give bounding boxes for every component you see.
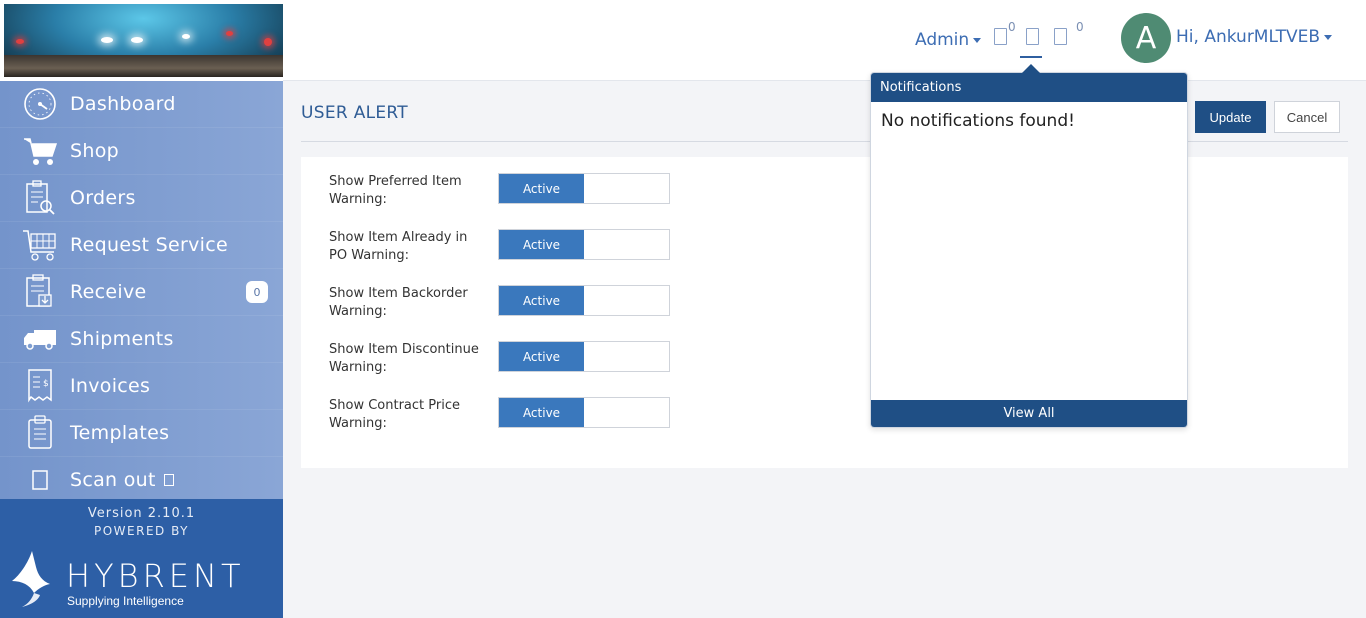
notification-active-indicator [1020, 56, 1042, 58]
toggle-active-state: Active [499, 398, 584, 427]
sidebar-item-label: Dashboard [70, 93, 176, 115]
top-header: Admin 0 0 A Hi, AnkurMLTVEB [283, 0, 1366, 81]
version-text: Version 2.10.1 [87, 506, 196, 521]
brand-name: HYBRENT [66, 557, 245, 595]
sidebar-item-shop[interactable]: Shop [0, 128, 283, 175]
setting-label: Show Item Discontinue Warning: [329, 342, 479, 375]
setting-label: Show Preferred Item Warning: [329, 174, 462, 207]
sidebar-item-label: Request Service [70, 234, 228, 256]
chevron-down-icon [973, 37, 982, 43]
setting-row: Show Contract Price Warning: Active [329, 397, 729, 437]
sidebar-item-label: Invoices [70, 375, 151, 397]
setting-row: Show Item Discontinue Warning: Active [329, 341, 729, 381]
setting-label: Show Item Already in PO Warning: [329, 230, 468, 263]
cart-icon [22, 133, 58, 169]
invoice-icon: $ [22, 368, 58, 404]
chevron-down-icon [1324, 34, 1333, 40]
sidebar-footer: Version 2.10.1 POWERED BY HYBRENT Supply… [0, 499, 283, 618]
sidebar-item-dashboard[interactable]: Dashboard [0, 81, 283, 128]
speedometer-icon [22, 86, 58, 122]
sidebar-item-label: Shipments [70, 328, 174, 350]
setting-label: Show Contract Price Warning: [329, 398, 460, 431]
toggle-active-state: Active [499, 286, 584, 315]
receive-count-badge: 0 [246, 281, 268, 303]
external-icon [163, 474, 174, 486]
page-title: USER ALERT [301, 103, 408, 123]
brand-tagline: Supplying Intelligence [67, 594, 184, 608]
orders-icon [22, 180, 58, 216]
avatar[interactable]: A [1121, 13, 1171, 63]
contract-price-toggle[interactable]: Active [498, 397, 670, 428]
hybrent-logo: HYBRENT Supplying Intelligence [10, 549, 270, 611]
toggle-active-state: Active [499, 342, 584, 371]
setting-label: Show Item Backorder Warning: [329, 286, 468, 319]
sidebar-item-invoices[interactable]: $ Invoices [0, 363, 283, 410]
header-image [4, 4, 283, 77]
sidebar-item-label: Receive [70, 281, 147, 303]
admin-menu[interactable]: Admin [915, 30, 982, 50]
settings-panel: Show Preferred Item Warning: Active Show … [301, 157, 1348, 468]
powered-by-text: POWERED BY [93, 524, 189, 538]
svg-text:$: $ [43, 379, 49, 389]
user-menu[interactable]: Hi, AnkurMLTVEB [1176, 27, 1333, 47]
scan-icon [22, 462, 58, 498]
sidebar-item-label: Shop [70, 140, 119, 162]
sidebar-item-scan-out[interactable]: Scan out [0, 457, 283, 504]
bird-logo-icon [12, 551, 50, 607]
clipboard-icon [22, 415, 58, 451]
update-button[interactable]: Update [1195, 101, 1266, 133]
item-discontinue-toggle[interactable]: Active [498, 341, 670, 372]
setting-row: Show Item Already in PO Warning: Active [329, 229, 729, 269]
sidebar-item-receive[interactable]: Receive 0 [0, 269, 283, 316]
sidebar-item-label: Scan out [70, 469, 156, 491]
sidebar: Dashboard Shop Orders Request Service Re… [0, 0, 283, 618]
preferred-item-warning-toggle[interactable]: Active [498, 173, 670, 204]
admin-label: Admin [915, 30, 970, 50]
item-backorder-toggle[interactable]: Active [498, 285, 670, 316]
item-already-in-po-toggle[interactable]: Active [498, 229, 670, 260]
title-divider [301, 141, 1348, 142]
setting-row: Show Item Backorder Warning: Active [329, 285, 729, 325]
toggle-active-state: Active [499, 230, 584, 259]
sidebar-item-templates[interactable]: Templates [0, 410, 283, 457]
cancel-button[interactable]: Cancel [1274, 101, 1340, 133]
tasks-count: 0 [1076, 20, 1084, 34]
tasks-icon[interactable] [1054, 28, 1067, 45]
notifications-title: Notifications [871, 73, 1187, 102]
sidebar-item-orders[interactable]: Orders [0, 175, 283, 222]
notification-bell-icon[interactable] [1026, 28, 1039, 45]
notifications-dropdown: Notifications No notifications found! Vi… [870, 64, 1188, 428]
sidebar-item-label: Orders [70, 187, 136, 209]
receive-icon [22, 274, 58, 310]
dropdown-arrow [1022, 64, 1040, 73]
messages-count: 0 [1008, 20, 1016, 34]
sidebar-item-label: Templates [70, 422, 170, 444]
notifications-empty-message: No notifications found! [881, 111, 1075, 131]
view-all-button[interactable]: View All [871, 400, 1187, 427]
truck-icon [22, 321, 58, 357]
service-cart-icon [22, 227, 58, 263]
sidebar-item-shipments[interactable]: Shipments [0, 316, 283, 363]
setting-row: Show Preferred Item Warning: Active [329, 173, 729, 213]
messages-icon[interactable] [994, 28, 1007, 45]
user-greeting: Hi, AnkurMLTVEB [1176, 27, 1321, 47]
sidebar-item-request-service[interactable]: Request Service [0, 222, 283, 269]
sidebar-nav: Dashboard Shop Orders Request Service Re… [0, 81, 283, 504]
toggle-active-state: Active [499, 174, 584, 203]
